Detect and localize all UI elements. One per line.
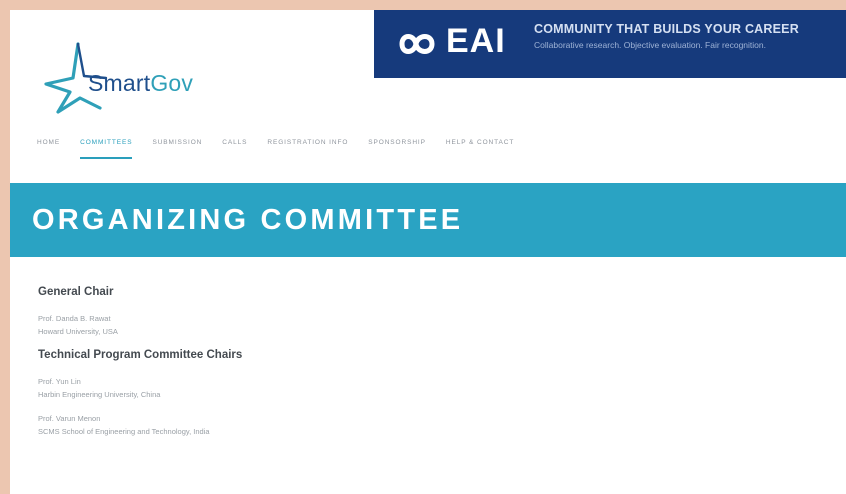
logo-text: SmartGov [88,70,193,97]
eai-brand: EAI [446,22,506,60]
section-heading-tpc-chairs: Technical Program Committee Chairs [38,349,243,361]
nav-submission[interactable]: SUBMISSION [152,137,202,161]
main-nav: HOME COMMITTEES SUBMISSION CALLS REGISTR… [37,137,514,167]
section-heading-general-chair: General Chair [38,286,114,298]
nav-registration-info[interactable]: REGISTRATION INFO [267,137,348,161]
member-name: Prof. Yun Lin [38,377,81,386]
logo-text-main: Smart [88,70,151,96]
logo-text-accent: Gov [150,70,194,96]
nav-calls[interactable]: CALLS [222,137,247,161]
title-band: ORGANIZING COMMITTEE [10,183,846,257]
committee-member: Prof. Varun Menon SCMS School of Enginee… [38,412,818,438]
member-affiliation: Howard University, USA [38,327,118,336]
nav-help-contact[interactable]: HELP & CONTACT [446,137,514,161]
nav-home[interactable]: HOME [37,137,60,161]
member-name: Prof. Varun Menon [38,414,101,423]
page: SmartGov EAI COMMUNITY THAT BUILDS YOUR … [10,10,846,494]
nav-committees[interactable]: COMMITTEES [80,137,133,161]
committee-member: Prof. Yun Lin Harbin Engineering Univers… [38,375,818,401]
eai-subline: Collaborative research. Objective evalua… [534,40,766,50]
committee-member: Prof. Danda B. Rawat Howard University, … [38,312,818,338]
member-name: Prof. Danda B. Rawat [38,314,111,323]
eai-tagline: COMMUNITY THAT BUILDS YOUR CAREER [534,22,799,36]
nav-sponsorship[interactable]: SPONSORSHIP [368,137,426,161]
eai-banner[interactable]: EAI COMMUNITY THAT BUILDS YOUR CAREER Co… [374,10,846,78]
smartgov-logo[interactable]: SmartGov [40,40,220,120]
member-affiliation: Harbin Engineering University, China [38,390,161,399]
member-affiliation: SCMS School of Engineering and Technolog… [38,427,210,436]
committee-content: General Chair Prof. Danda B. Rawat Howar… [38,286,818,449]
eai-infinity-icon [399,34,435,54]
page-title: ORGANIZING COMMITTEE [32,204,464,236]
